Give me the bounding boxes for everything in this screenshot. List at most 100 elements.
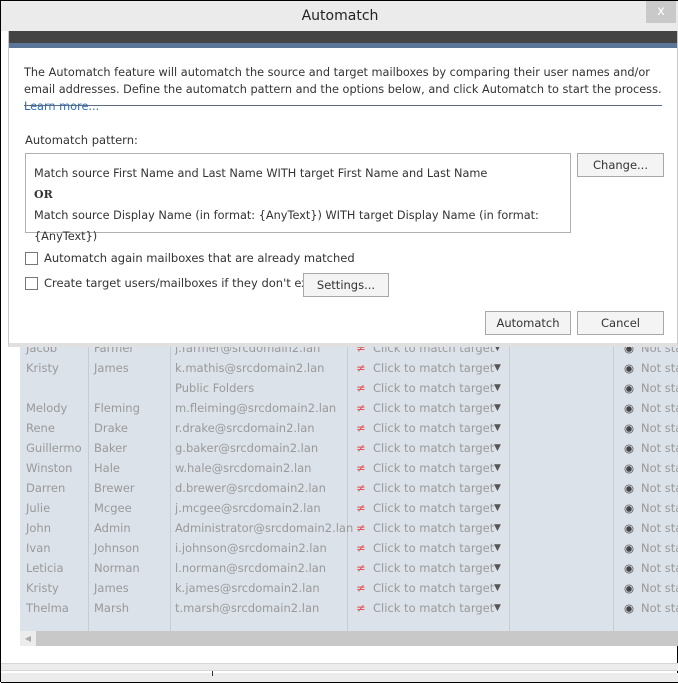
chevron-down-icon[interactable]: ▼ bbox=[494, 398, 501, 418]
chevron-down-icon[interactable]: ▼ bbox=[494, 438, 501, 458]
chevron-down-icon[interactable]: ▼ bbox=[494, 598, 501, 618]
status-cell: Not sta bbox=[641, 421, 678, 435]
table-row[interactable]: Thelma Marsh t.marsh@srcdomain2.lan ≠ Cl… bbox=[20, 598, 678, 618]
pattern-or: OR bbox=[34, 188, 53, 201]
automatch-button[interactable]: Automatch bbox=[485, 311, 571, 335]
separator bbox=[24, 105, 662, 106]
close-icon[interactable]: x bbox=[646, 1, 676, 23]
table-row[interactable]: Jacob Farmer j.farmer@srcdomain2.lan ≠ C… bbox=[20, 347, 678, 358]
first-name-cell: Julie bbox=[26, 501, 51, 515]
match-target-dropdown[interactable]: Click to match target bbox=[373, 418, 494, 438]
status-icon: ◉ bbox=[624, 521, 635, 535]
email-cell: r.drake@srcdomain2.lan bbox=[175, 421, 315, 435]
checkbox-icon[interactable] bbox=[25, 251, 38, 265]
learn-more-link[interactable]: Learn more... bbox=[24, 100, 99, 113]
last-name-cell: Mcgee bbox=[94, 501, 132, 515]
horizontal-scrollbar[interactable]: ◀ bbox=[20, 631, 678, 646]
last-name-cell: Norman bbox=[94, 561, 140, 575]
table-row[interactable]: Rene Drake r.drake@srcdomain2.lan ≠ Clic… bbox=[20, 418, 678, 438]
status-cell: Not sta bbox=[641, 347, 678, 355]
match-target-dropdown[interactable]: Click to match target bbox=[373, 478, 494, 498]
first-name-cell: Jacob bbox=[26, 347, 58, 355]
change-button[interactable]: Change... bbox=[577, 153, 664, 177]
status-cell: Not sta bbox=[641, 521, 678, 535]
not-equal-icon: ≠ bbox=[356, 461, 366, 475]
not-equal-icon: ≠ bbox=[356, 541, 366, 555]
table-row[interactable]: Julie Mcgee j.mcgee@srcdomain2.lan ≠ Cli… bbox=[20, 498, 678, 518]
match-target-dropdown[interactable]: Click to match target bbox=[373, 598, 494, 618]
table-row[interactable]: Winston Hale w.hale@srcdomain2.lan ≠ Cli… bbox=[20, 458, 678, 478]
chevron-down-icon[interactable]: ▼ bbox=[494, 578, 501, 598]
status-cell: Not sta bbox=[641, 561, 678, 575]
status-cell: Not sta bbox=[641, 481, 678, 495]
match-target-dropdown[interactable]: Click to match target bbox=[373, 458, 494, 478]
chevron-down-icon[interactable]: ▼ bbox=[494, 478, 501, 498]
description: The Automatch feature will automatch the… bbox=[24, 64, 664, 115]
last-name-cell: Hale bbox=[94, 461, 120, 475]
email-cell: g.baker@srcdomain2.lan bbox=[175, 441, 319, 455]
email-cell: m.fleiming@srcdomain2.lan bbox=[175, 401, 337, 415]
table-row[interactable]: Public Folders ≠ Click to match target ▼… bbox=[20, 378, 678, 398]
first-name-cell: Ivan bbox=[26, 541, 51, 555]
table-row[interactable]: Darren Brewer d.brewer@srcdomain2.lan ≠ … bbox=[20, 478, 678, 498]
status-icon: ◉ bbox=[624, 361, 635, 375]
not-equal-icon: ≠ bbox=[356, 581, 366, 595]
status-cell: Not sta bbox=[641, 501, 678, 515]
pattern-box: Match source First Name and Last Name WI… bbox=[25, 153, 571, 243]
last-name-cell: Brewer bbox=[94, 481, 135, 495]
status-cell: Not sta bbox=[641, 461, 678, 475]
cancel-button[interactable]: Cancel bbox=[577, 311, 664, 335]
last-name-cell: James bbox=[94, 361, 129, 375]
match-target-dropdown[interactable]: Click to match target bbox=[373, 578, 494, 598]
scroll-left-icon[interactable]: ◀ bbox=[20, 631, 36, 646]
chevron-down-icon[interactable]: ▼ bbox=[494, 358, 501, 378]
table-row[interactable]: Guillermo Baker g.baker@srcdomain2.lan ≠… bbox=[20, 438, 678, 458]
email-cell: t.marsh@srcdomain2.lan bbox=[175, 601, 320, 615]
match-target-dropdown[interactable]: Click to match target bbox=[373, 347, 494, 358]
status-icon: ◉ bbox=[624, 441, 635, 455]
table-row[interactable]: Kristy James k.james@srcdomain2.lan ≠ Cl… bbox=[20, 578, 678, 598]
pattern-line-1: Match source First Name and Last Name WI… bbox=[34, 167, 488, 180]
chevron-down-icon[interactable]: ▼ bbox=[494, 558, 501, 578]
match-target-dropdown[interactable]: Click to match target bbox=[373, 558, 494, 578]
chevron-down-icon[interactable]: ▼ bbox=[494, 378, 501, 398]
table-row[interactable]: Ivan Johnson i.johnson@srcdomain2.lan ≠ … bbox=[20, 538, 678, 558]
email-cell: k.mathis@srcdomain2.lan bbox=[175, 361, 325, 375]
settings-button[interactable]: Settings... bbox=[303, 273, 389, 297]
not-equal-icon: ≠ bbox=[356, 401, 366, 415]
chevron-down-icon[interactable]: ▼ bbox=[494, 518, 501, 538]
match-target-dropdown[interactable]: Click to match target bbox=[373, 358, 494, 378]
first-name-cell: Guillermo bbox=[26, 441, 82, 455]
chevron-down-icon[interactable]: ▼ bbox=[494, 498, 501, 518]
email-cell: l.norman@srcdomain2.lan bbox=[175, 561, 327, 575]
match-target-dropdown[interactable]: Click to match target bbox=[373, 378, 494, 398]
match-target-dropdown[interactable]: Click to match target bbox=[373, 538, 494, 558]
chevron-down-icon[interactable]: ▼ bbox=[494, 538, 501, 558]
status-cell: Not sta bbox=[641, 541, 678, 555]
status-icon: ◉ bbox=[624, 601, 635, 615]
table-row[interactable]: Kristy James k.mathis@srcdomain2.lan ≠ C… bbox=[20, 358, 678, 378]
automatch-again-checkbox[interactable]: Automatch again mailboxes that are alrea… bbox=[25, 251, 355, 265]
not-equal-icon: ≠ bbox=[356, 347, 366, 355]
chevron-down-icon[interactable]: ▼ bbox=[494, 347, 501, 358]
table-row[interactable]: John Admin Administrator@srcdomain2.lan … bbox=[20, 518, 678, 538]
match-target-dropdown[interactable]: Click to match target bbox=[373, 518, 494, 538]
match-target-dropdown[interactable]: Click to match target bbox=[373, 398, 494, 418]
table-row[interactable]: Melody Fleming m.fleiming@srcdomain2.lan… bbox=[20, 398, 678, 418]
match-target-dropdown[interactable]: Click to match target bbox=[373, 438, 494, 458]
status-cell: Not sta bbox=[641, 381, 678, 395]
chevron-down-icon[interactable]: ▼ bbox=[494, 458, 501, 478]
first-name-cell: Kristy bbox=[26, 581, 59, 595]
table-row[interactable]: Leticia Norman l.norman@srcdomain2.lan ≠… bbox=[20, 558, 678, 578]
chevron-down-icon[interactable]: ▼ bbox=[494, 418, 501, 438]
create-target-checkbox[interactable]: Create target users/mailboxes if they do… bbox=[25, 276, 322, 290]
match-target-dropdown[interactable]: Click to match target bbox=[373, 498, 494, 518]
email-cell: Public Folders bbox=[175, 381, 255, 395]
accent-band bbox=[9, 43, 677, 48]
status-cell: Not sta bbox=[641, 361, 678, 375]
automatch-dialog: The Automatch feature will automatch the… bbox=[8, 31, 678, 347]
checkbox-icon[interactable] bbox=[25, 276, 38, 290]
status-cell: Not sta bbox=[641, 441, 678, 455]
pattern-line-2: Match source Display Name (in format: {A… bbox=[34, 209, 539, 243]
not-equal-icon: ≠ bbox=[356, 441, 366, 455]
